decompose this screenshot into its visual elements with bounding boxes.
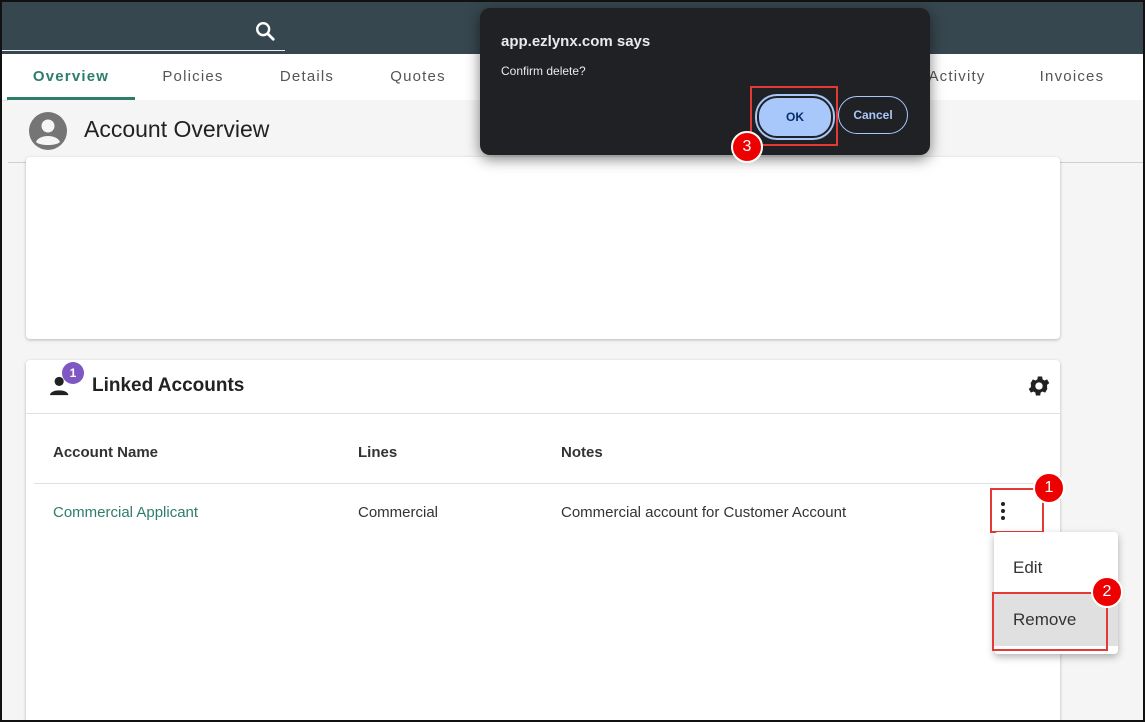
linked-accounts-card: 1 Linked Accounts Account Name Lines Not… <box>26 360 1060 720</box>
page-title: Account Overview <box>84 116 270 142</box>
account-circle-icon <box>29 112 67 150</box>
section-title: Linked Accounts <box>92 375 245 396</box>
column-header-lines: Lines <box>358 444 398 461</box>
gear-icon[interactable] <box>1026 373 1052 399</box>
column-header-account-name: Account Name <box>53 444 159 461</box>
confirm-dialog: app.ezlynx.com says Confirm delete? OK C… <box>480 8 930 155</box>
tab-overview[interactable]: Overview <box>7 54 135 100</box>
tab-quotes[interactable]: Quotes <box>364 54 472 100</box>
account-notes: Commercial account for Customer Account <box>561 504 847 521</box>
step-marker-2: 2 <box>1091 576 1123 608</box>
column-header-notes: Notes <box>561 444 603 461</box>
divider <box>34 483 1060 484</box>
step-marker-1: 1 <box>1033 472 1065 504</box>
divider <box>26 413 1060 414</box>
search-input[interactable] <box>2 2 285 51</box>
annotation-box-ok <box>750 86 838 146</box>
cancel-button[interactable]: Cancel <box>838 96 908 134</box>
account-name-link[interactable]: Commercial Applicant <box>53 504 198 521</box>
dialog-title: app.ezlynx.com says <box>501 33 651 50</box>
overview-card <box>26 157 1060 339</box>
step-marker-3: 3 <box>731 131 763 163</box>
account-lines: Commercial <box>358 504 439 521</box>
annotation-box-remove <box>992 592 1108 651</box>
tab-policies[interactable]: Policies <box>137 54 249 100</box>
main-content: 1 Linked Accounts Account Name Lines Not… <box>8 157 1143 720</box>
tab-details[interactable]: Details <box>252 54 362 100</box>
app-window: Overview Policies Details Quotes Activit… <box>0 0 1145 722</box>
dialog-message: Confirm delete? <box>501 64 586 78</box>
tab-invoices[interactable]: Invoices <box>1017 54 1127 100</box>
linked-count-badge: 1 <box>62 362 84 384</box>
search-icon[interactable] <box>254 20 276 42</box>
